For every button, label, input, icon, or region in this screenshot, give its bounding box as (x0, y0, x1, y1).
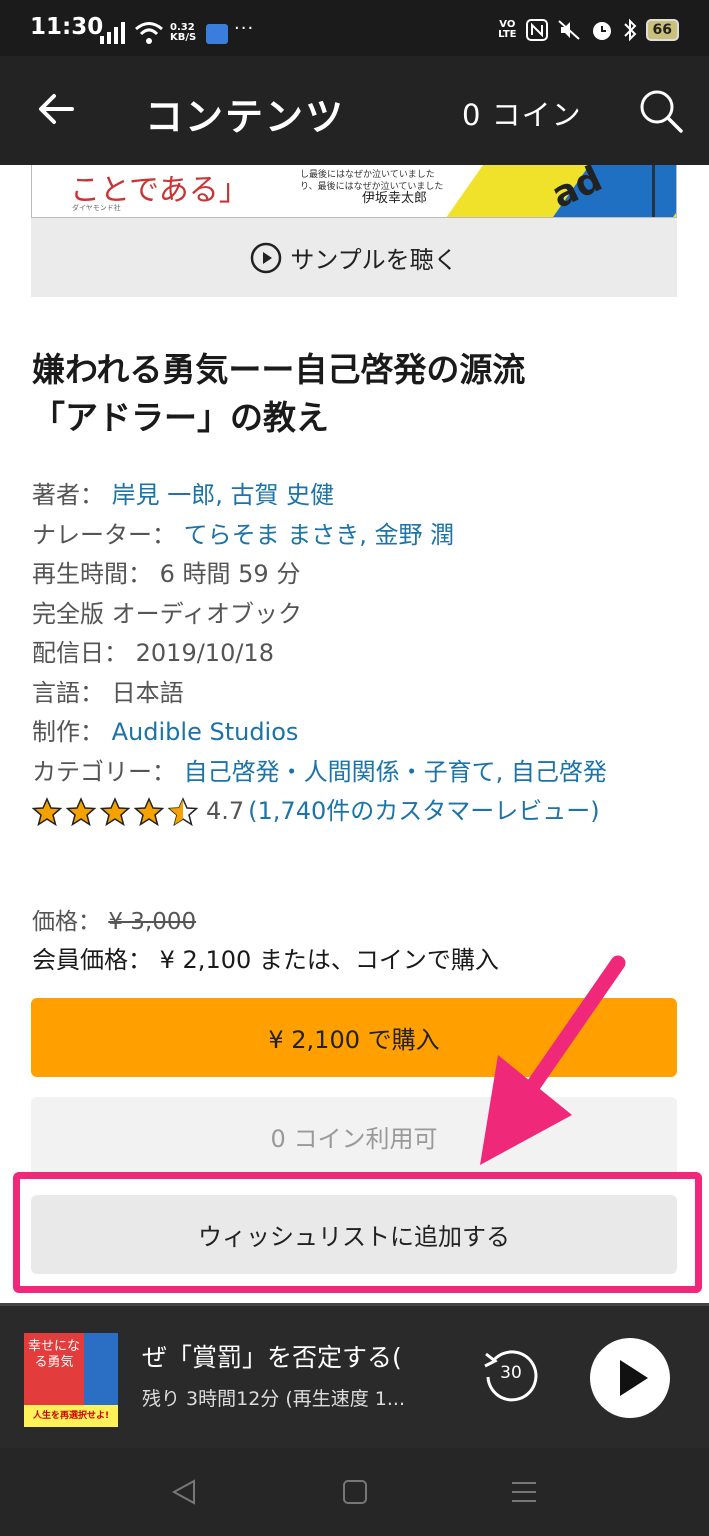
play-circle-icon (251, 242, 282, 273)
volte-icon: VO LTE (498, 20, 516, 40)
status-time: 11:30 (30, 14, 104, 40)
publisher-label: 制作： (32, 718, 104, 746)
cover-author: 伊坂幸太郎 (362, 191, 428, 206)
now-playing-subtitle: 残り 3時間12分 (再生速度 1... (142, 1388, 406, 1410)
narrator-label: ナレーター： (32, 520, 176, 549)
message-icon (206, 24, 228, 44)
star-half-icon (168, 797, 198, 827)
book-title-line-1: 嫌われる勇気ーー自己啓発の源流 (32, 350, 526, 389)
annotation-arrow-icon (480, 955, 626, 1165)
nfc-icon (525, 19, 548, 41)
list-price-value: ¥ 3,000 (108, 909, 197, 935)
category-label: カテゴリー： (32, 757, 176, 786)
detail-publisher: 制作： Audible Studios (32, 713, 682, 753)
author-link[interactable]: 岸見 一郎, 古賀 史健 (112, 481, 335, 509)
signal-icon (100, 22, 125, 44)
length-label: 再生時間： (32, 560, 152, 588)
page-title: コンテンツ (145, 95, 346, 139)
cover-edge (652, 165, 655, 217)
highlight-box (13, 1172, 702, 1293)
status-right: VO LTE 66 (498, 18, 679, 42)
member-price-label: 会員価格： (32, 946, 152, 974)
narrator-link[interactable]: てらそま まさき, 金野 潤 (184, 521, 455, 549)
alarm-icon (592, 22, 611, 40)
volte-bottom: LTE (498, 29, 517, 40)
release-label: 配信日： (32, 639, 128, 667)
detail-length: 再生時間： 6 時間 59 分 (32, 555, 682, 595)
member-price: 会員価格： ¥ 2,100 または、コインで購入 (32, 940, 499, 975)
detail-narrator: ナレーター： てらそま まさき, 金野 潤 (32, 516, 682, 556)
status-bar: 11:30 0.32 KB/S ··· VO LTE 66 (0, 0, 709, 56)
cover-small-text: ダイヤモンド社 (72, 204, 121, 212)
language-label: 言語： (32, 678, 104, 707)
network-speed: 0.32 KB/S (170, 23, 196, 43)
nav-back-icon[interactable] (170, 1478, 198, 1506)
rating-row[interactable]: 4.7 (1,740件のカスタマーレビュー) (32, 792, 682, 832)
now-playing-title[interactable]: ぜ「賞罰」を否定する( (142, 1338, 432, 1374)
mini-player[interactable]: 幸せになる勇気 人生を再選択せよ! ぜ「賞罰」を否定する( 残り 3時間12分 … (0, 1303, 709, 1448)
rating-value: 4.7 (206, 797, 245, 826)
nav-home-icon[interactable] (341, 1478, 369, 1506)
publisher-link[interactable]: Audible Studios (112, 718, 299, 746)
net-speed-unit: KB/S (170, 32, 197, 43)
back-arrow-icon[interactable] (36, 89, 76, 129)
price-label: 価格： (32, 909, 101, 935)
sample-label: サンプルを聴く (290, 246, 458, 274)
wifi-icon (135, 22, 163, 44)
release-value: 2019/10/18 (135, 639, 274, 667)
bluetooth-icon (623, 18, 636, 42)
coin-balance[interactable]: 0 コイン (462, 92, 582, 134)
category-link[interactable]: 自己啓発・人間関係・子育て, 自己啓発 (184, 758, 607, 786)
detail-format: 完全版 オーディオブック (32, 599, 302, 628)
cover-mid-line-1: し最後にはなぜか泣いていました (300, 170, 435, 180)
thumb-subtitle: 人生を再選択せよ! (24, 1405, 118, 1427)
star-full-icon (66, 797, 96, 827)
search-icon[interactable] (638, 88, 684, 134)
play-button[interactable] (590, 1338, 670, 1418)
play-icon (620, 1360, 648, 1396)
now-playing-thumbnail[interactable]: 幸せになる勇気 人生を再選択せよ! (24, 1333, 118, 1427)
book-details: 著者： 岸見 一郎, 古賀 史健 ナレーター： てらそま まさき, 金野 潤 再… (32, 476, 682, 832)
detail-release: 配信日： 2019/10/18 (32, 634, 682, 674)
more-notifications-icon: ··· (234, 18, 255, 39)
detail-author: 著者： 岸見 一郎, 古賀 史健 (32, 476, 682, 516)
author-label: 著者： (32, 481, 104, 509)
reviews-link[interactable]: (1,740件のカスタマーレビュー) (248, 792, 599, 832)
list-price: 価格： ¥ 3,000 (32, 902, 196, 936)
book-title-line-2: 「アドラー」の教え (32, 398, 329, 437)
detail-language: 言語： 日本語 (32, 674, 682, 714)
battery-icon: 66 (645, 19, 679, 41)
star-full-icon (134, 797, 164, 827)
star-full-icon (100, 797, 130, 827)
sample-button[interactable]: サンプルを聴く (31, 218, 677, 297)
length-value: 6 時間 59 分 (159, 560, 301, 588)
book-title: 嫌われる勇気ーー自己啓発の源流 「アドラー」の教え (32, 346, 672, 442)
mute-icon (557, 20, 580, 40)
nav-menu-icon[interactable] (510, 1478, 538, 1506)
detail-category: カテゴリー： 自己啓発・人間関係・子育て, 自己啓発 (32, 753, 662, 793)
app-header: コンテンツ 0 コイン (0, 56, 709, 165)
system-nav-bar (0, 1448, 709, 1536)
rewind-seconds: 30 (500, 1363, 522, 1383)
book-cover-image: ことである」 ダイヤモンド社 し最後にはなぜか泣いていました り、最後にはなぜか… (31, 165, 677, 218)
star-full-icon (32, 797, 62, 827)
language-value: 日本語 (111, 678, 184, 707)
